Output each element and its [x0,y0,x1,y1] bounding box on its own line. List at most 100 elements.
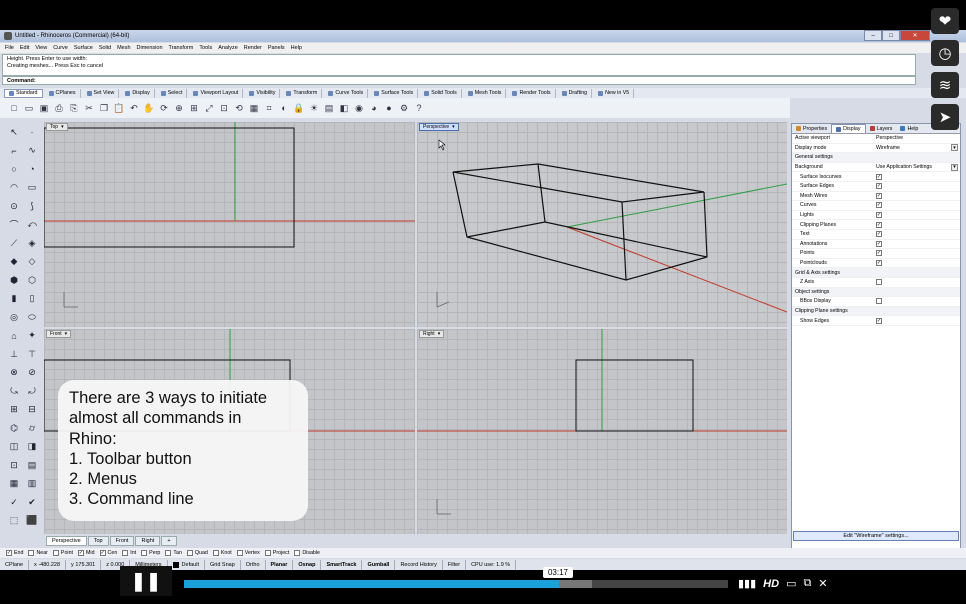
tool-button-icon[interactable]: ✓ [5,493,23,512]
osnap-checkbox[interactable]: ✓ [78,550,84,556]
osnap-knot[interactable]: Knot [212,550,232,556]
copy-icon[interactable]: ❐ [97,101,111,115]
filter-toggle[interactable]: Filter [443,559,467,570]
record-history-toggle[interactable]: Record History [395,559,443,570]
setting-checkbox[interactable]: ✓ [876,250,882,257]
smarttrack-toggle[interactable]: SmartTrack [321,559,363,570]
tool-button-icon[interactable]: ▮ [5,290,23,309]
open-icon[interactable]: ▭ [22,101,36,115]
tool-button-icon[interactable]: ∿ [23,142,41,161]
tool-button-icon[interactable]: ⬭ [23,308,41,327]
tab-visibility[interactable]: Visibility [245,88,281,98]
tab-mesh-tools[interactable]: Mesh Tools [464,88,507,98]
ortho-toggle[interactable]: Ortho [241,559,266,570]
osnap-checkbox[interactable] [186,550,193,556]
color-icon[interactable]: ◉ [352,101,366,115]
tab-viewport-layout[interactable]: Viewport Layout [189,88,244,98]
settings-row[interactable]: Display mode Wireframe ▾ [792,144,960,154]
cut-icon[interactable]: ✂ [82,101,96,115]
tool-button-icon[interactable]: ◎ [5,308,23,327]
tool-button-icon[interactable]: ✔ [23,493,41,512]
osnap-end[interactable]: ✓ End [6,550,23,556]
lock-icon[interactable]: 🔒 [292,101,306,115]
zoom-icon[interactable]: ⊕ [172,101,186,115]
viewport-label-front[interactable]: Front ▾ [46,330,72,338]
layers-icon[interactable]: ≋ [931,72,959,98]
osnap-checkbox[interactable] [236,550,243,556]
tool-button-icon[interactable]: ⊘ [23,364,41,383]
menu-item-render[interactable]: Render [244,45,262,51]
viewport-right[interactable]: Right ▾ [417,329,787,534]
tab-display[interactable]: Display [831,124,866,133]
pan-icon[interactable]: ✋ [142,101,156,115]
tool-button-icon[interactable]: ▭ [23,179,41,198]
zoom-extents-icon[interactable]: ⤢ [202,101,216,115]
tool-button-icon[interactable]: ⤿ [5,382,23,401]
tool-button-icon[interactable]: ⟋ [5,234,23,253]
osnap-checkbox[interactable] [52,550,59,556]
dropdown-arrow-icon[interactable]: ▾ [951,144,958,152]
setting-checkbox[interactable]: ✓ [876,183,882,190]
tool-button-icon[interactable]: ⊙ [5,197,23,216]
add-viewport-tab-button[interactable]: + [161,536,177,546]
settings-row[interactable]: Annotations ✓ [792,240,960,250]
options-icon[interactable]: ⚙ [397,101,411,115]
setting-checkbox[interactable]: ✓ [876,240,882,247]
osnap-quad[interactable]: Quad [186,550,208,556]
tool-button-icon[interactable]: ⬡ [23,271,41,290]
tool-button-icon[interactable]: ◠ [5,179,23,198]
airplay-icon[interactable]: ▭ [786,577,796,590]
menu-item-curve[interactable]: Curve [53,45,68,51]
tool-button-icon[interactable]: ◫ [5,438,23,457]
four-viewports-icon[interactable]: ▦ [247,101,261,115]
menu-item-help[interactable]: Help [291,45,302,51]
heart-icon[interactable]: ❤ [931,8,959,34]
hd-toggle[interactable]: HD [763,578,779,590]
tool-button-icon[interactable]: ⌐ [5,142,23,161]
tool-button-icon[interactable]: ○ [5,160,23,179]
hide-icon[interactable]: ◐ [277,101,291,115]
osnap-checkbox[interactable] [165,550,172,556]
settings-row[interactable]: Mesh Wires ✓ [792,192,960,202]
tool-button-icon[interactable]: ▤ [23,456,41,475]
edit-wireframe-settings-button[interactable]: Edit "Wireframe" settings... [793,531,959,541]
settings-row[interactable]: Curves ✓ [792,201,960,211]
viewport-tab-front[interactable]: Front [109,536,135,546]
viewport-tab-top[interactable]: Top [87,536,109,546]
viewport-label-top[interactable]: Top ▾ [46,123,68,131]
dropdown-arrow-icon[interactable]: ▾ [951,163,958,171]
tab-select[interactable]: Select [157,88,188,98]
osnap-tan[interactable]: Tan [165,550,182,556]
osnap-mid[interactable]: ✓ Mid [78,550,95,556]
sphere-icon[interactable]: ● [382,101,396,115]
tab-display[interactable]: Display [121,88,155,98]
settings-row[interactable]: Surface Isocurves ✓ [792,172,960,182]
viewport-perspective[interactable]: Perspective ▾ [417,122,787,327]
tool-button-icon[interactable]: ◆ [5,253,23,272]
tab-cplanes[interactable]: CPlanes [45,88,81,98]
tab-surface-tools[interactable]: Surface Tools [370,88,419,98]
material-icon[interactable]: ◧ [337,101,351,115]
setting-checkbox[interactable]: ✓ [876,212,882,219]
tool-button-icon[interactable]: ⊞ [5,401,23,420]
settings-row[interactable]: Clipping Planes ✓ [792,220,960,230]
rotate-icon[interactable]: ⟳ [157,101,171,115]
tool-button-icon[interactable]: ⊤ [23,345,41,364]
pause-button[interactable]: ❚❚ [120,566,172,596]
osnap-checkbox[interactable] [122,550,129,556]
tab-solid-tools[interactable]: Solid Tools [420,88,462,98]
tab-curve-tools[interactable]: Curve Tools [324,88,369,98]
settings-row[interactable]: Text ✓ [792,230,960,240]
osnap-checkbox[interactable] [264,550,271,556]
import-icon[interactable]: ⎘ [67,101,81,115]
menu-item-dimension[interactable]: Dimension [137,45,163,51]
viewport-top[interactable]: Top ▾ [44,122,415,327]
tab-help[interactable]: Help [896,124,922,133]
osnap-project[interactable]: Project [264,550,289,556]
tool-button-icon[interactable]: · [23,123,41,142]
osnap-int[interactable]: Int [122,550,136,556]
tool-button-icon[interactable]: ⌂ [5,327,23,346]
clock-icon[interactable]: ◷ [931,40,959,66]
tool-button-icon[interactable]: ◈ [23,234,41,253]
command-line[interactable]: Command: [2,76,916,85]
